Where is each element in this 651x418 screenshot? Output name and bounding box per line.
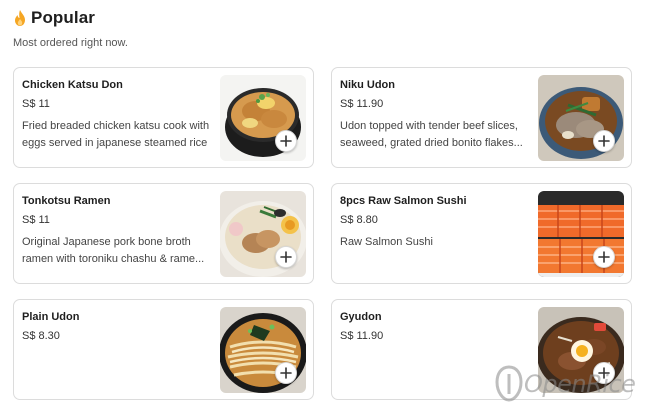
section-title-row: Popular (13, 8, 95, 28)
plus-icon (598, 135, 610, 147)
add-to-cart-button[interactable] (593, 246, 615, 268)
add-to-cart-button[interactable] (275, 246, 297, 268)
menu-item-description: Udon topped with tender beef slices, sea… (340, 120, 523, 149)
menu-item-card[interactable]: Chicken Katsu Don S$ 11 Fried breaded ch… (13, 67, 314, 168)
niku-udon-bowl-image[interactable] (538, 75, 624, 161)
menu-item-name: Niku Udon (340, 79, 395, 91)
add-to-cart-button[interactable] (275, 362, 297, 384)
menu-item-price: S$ 11 (22, 98, 50, 110)
watermark-text: OpenRice (524, 370, 636, 398)
plain-udon-bowl-image[interactable] (220, 307, 306, 393)
menu-item-name: 8pcs Raw Salmon Sushi (340, 195, 467, 207)
menu-item-name: Chicken Katsu Don (22, 79, 123, 91)
openrice-logo-icon (495, 365, 523, 402)
section-header: Popular (13, 8, 95, 28)
menu-item-name: Tonkotsu Ramen (22, 195, 111, 207)
menu-item-description: Fried breaded chicken katsu cook with eg… (22, 120, 210, 149)
fire-icon (13, 9, 27, 27)
plus-icon (598, 251, 610, 263)
menu-item-price: S$ 11.90 (340, 330, 384, 342)
openrice-watermark: OpenRice (494, 362, 644, 407)
section-title: Popular (31, 8, 95, 27)
menu-item-card[interactable]: Tonkotsu Ramen S$ 11 Original Japanese p… (13, 183, 314, 284)
plus-icon (280, 367, 292, 379)
menu-item-price: S$ 11 (22, 214, 50, 226)
plus-icon (280, 135, 292, 147)
menu-grid: Chicken Katsu Don S$ 11 Fried breaded ch… (13, 67, 632, 400)
salmon-sushi-image[interactable] (538, 191, 624, 277)
menu-item-price: S$ 8.80 (340, 214, 378, 226)
menu-item-description: Raw Salmon Sushi (340, 236, 433, 248)
menu-item-price: S$ 11.90 (340, 98, 384, 110)
menu-item-card[interactable]: Niku Udon S$ 11.90 Udon topped with tend… (331, 67, 632, 168)
tonkotsu-ramen-bowl-image[interactable] (220, 191, 306, 277)
menu-item-card[interactable]: 8pcs Raw Salmon Sushi S$ 8.80 Raw Salmon… (331, 183, 632, 284)
menu-item-name: Plain Udon (22, 311, 80, 323)
menu-item-card[interactable]: Plain Udon S$ 8.30 (13, 299, 314, 400)
katsu-don-bowl-image[interactable] (220, 75, 306, 161)
menu-item-description: Original Japanese pork bone broth ramen … (22, 236, 205, 265)
section-subtitle: Most ordered right now. (13, 37, 128, 49)
add-to-cart-button[interactable] (593, 130, 615, 152)
add-to-cart-button[interactable] (275, 130, 297, 152)
menu-item-name: Gyudon (340, 311, 382, 323)
plus-icon (280, 251, 292, 263)
menu-item-price: S$ 8.30 (22, 330, 60, 342)
